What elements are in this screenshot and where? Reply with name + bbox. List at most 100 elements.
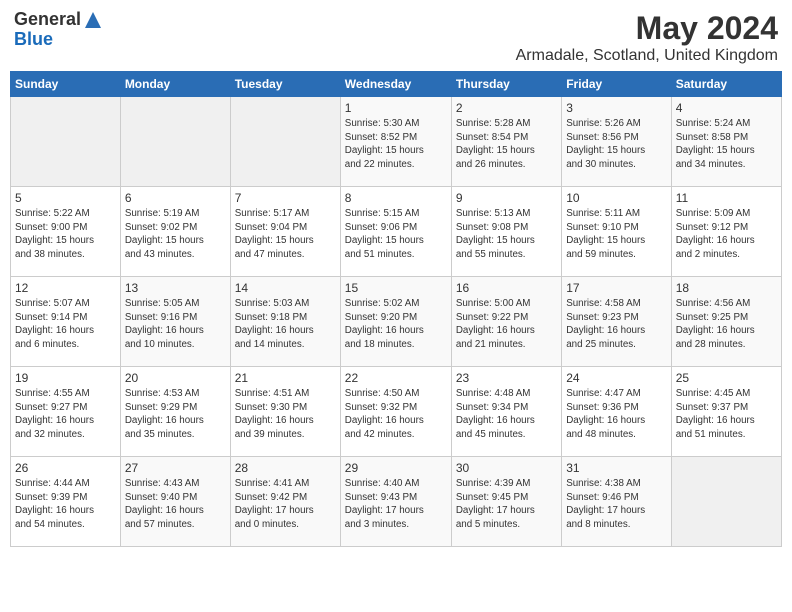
day-info: Sunrise: 4:41 AM Sunset: 9:42 PM Dayligh… [235, 477, 336, 532]
weekday-header-monday: Monday [120, 72, 230, 97]
calendar-cell [120, 97, 230, 187]
calendar-cell [11, 97, 121, 187]
calendar-table: SundayMondayTuesdayWednesdayThursdayFrid… [10, 71, 782, 547]
calendar-body: 1 Sunrise: 5:30 AM Sunset: 8:52 PM Daylig… [11, 97, 782, 547]
day-info: Sunrise: 5:07 AM Sunset: 9:14 PM Dayligh… [15, 297, 116, 352]
logo: General Blue [14, 10, 103, 50]
day-number: 24 [566, 371, 667, 385]
day-info: Sunrise: 5:24 AM Sunset: 8:58 PM Dayligh… [676, 117, 777, 172]
calendar-week-3: 12 Sunrise: 5:07 AM Sunset: 9:14 PM Dayli… [11, 277, 782, 367]
day-number: 23 [456, 371, 557, 385]
calendar-cell [671, 457, 781, 547]
day-number: 2 [456, 101, 557, 115]
day-number: 22 [345, 371, 447, 385]
day-info: Sunrise: 5:09 AM Sunset: 9:12 PM Dayligh… [676, 207, 777, 262]
day-info: Sunrise: 5:02 AM Sunset: 9:20 PM Dayligh… [345, 297, 447, 352]
calendar-cell: 29 Sunrise: 4:40 AM Sunset: 9:43 PM Dayli… [340, 457, 451, 547]
calendar-cell: 30Sunrise: 4:39 AM Sunset: 9:45 PM Dayli… [451, 457, 561, 547]
calendar-header: SundayMondayTuesdayWednesdayThursdayFrid… [11, 72, 782, 97]
day-number: 17 [566, 281, 667, 295]
calendar-cell: 24 Sunrise: 4:47 AM Sunset: 9:36 PM Dayli… [562, 367, 672, 457]
day-info: Sunrise: 5:00 AM Sunset: 9:22 PM Dayligh… [456, 297, 557, 352]
weekday-row: SundayMondayTuesdayWednesdayThursdayFrid… [11, 72, 782, 97]
weekday-header-friday: Friday [562, 72, 672, 97]
calendar-cell: 4 Sunrise: 5:24 AM Sunset: 8:58 PM Daylig… [671, 97, 781, 187]
calendar-cell: 10 Sunrise: 5:11 AM Sunset: 9:10 PM Dayli… [562, 187, 672, 277]
location-title: Armadale, Scotland, United Kingdom [516, 47, 778, 65]
day-number: 1 [345, 101, 447, 115]
calendar-cell: 21 Sunrise: 4:51 AM Sunset: 9:30 PM Dayli… [230, 367, 340, 457]
page-header: General Blue May 2024 Armadale, Scotland… [10, 10, 782, 65]
calendar-cell: 19 Sunrise: 4:55 AM Sunset: 9:27 PM Dayli… [11, 367, 121, 457]
day-info: Sunrise: 5:30 AM Sunset: 8:52 PM Dayligh… [345, 117, 447, 172]
day-info: Sunrise: 5:13 AM Sunset: 9:08 PM Dayligh… [456, 207, 557, 262]
day-number: 9 [456, 191, 557, 205]
day-info: Sunrise: 5:03 AM Sunset: 9:18 PM Dayligh… [235, 297, 336, 352]
day-number: 21 [235, 371, 336, 385]
calendar-cell: 14 Sunrise: 5:03 AM Sunset: 9:18 PM Dayli… [230, 277, 340, 367]
calendar-cell: 7 Sunrise: 5:17 AM Sunset: 9:04 PM Daylig… [230, 187, 340, 277]
day-info: Sunrise: 4:51 AM Sunset: 9:30 PM Dayligh… [235, 387, 336, 442]
calendar-cell: 20Sunrise: 4:53 AM Sunset: 9:29 PM Dayli… [120, 367, 230, 457]
day-info: Sunrise: 5:11 AM Sunset: 9:10 PM Dayligh… [566, 207, 667, 262]
day-info: Sunrise: 5:19 AM Sunset: 9:02 PM Dayligh… [125, 207, 226, 262]
day-info: Sunrise: 4:55 AM Sunset: 9:27 PM Dayligh… [15, 387, 116, 442]
calendar-week-5: 26 Sunrise: 4:44 AM Sunset: 9:39 PM Dayli… [11, 457, 782, 547]
day-number: 11 [676, 191, 777, 205]
calendar-cell: 2 Sunrise: 5:28 AM Sunset: 8:54 PM Daylig… [451, 97, 561, 187]
calendar-cell: 26 Sunrise: 4:44 AM Sunset: 9:39 PM Dayli… [11, 457, 121, 547]
calendar-cell: 5 Sunrise: 5:22 AM Sunset: 9:00 PM Daylig… [11, 187, 121, 277]
weekday-header-thursday: Thursday [451, 72, 561, 97]
logo-blue-text: Blue [14, 30, 53, 50]
day-info: Sunrise: 4:48 AM Sunset: 9:34 PM Dayligh… [456, 387, 557, 442]
day-number: 3 [566, 101, 667, 115]
day-number: 12 [15, 281, 116, 295]
day-number: 31 [566, 461, 667, 475]
calendar-week-1: 1 Sunrise: 5:30 AM Sunset: 8:52 PM Daylig… [11, 97, 782, 187]
calendar-cell [230, 97, 340, 187]
weekday-header-saturday: Saturday [671, 72, 781, 97]
calendar-cell: 13Sunrise: 5:05 AM Sunset: 9:16 PM Dayli… [120, 277, 230, 367]
day-number: 4 [676, 101, 777, 115]
calendar-cell: 17Sunrise: 4:58 AM Sunset: 9:23 PM Dayli… [562, 277, 672, 367]
day-info: Sunrise: 5:17 AM Sunset: 9:04 PM Dayligh… [235, 207, 336, 262]
calendar-cell: 15 Sunrise: 5:02 AM Sunset: 9:20 PM Dayli… [340, 277, 451, 367]
day-info: Sunrise: 4:45 AM Sunset: 9:37 PM Dayligh… [676, 387, 777, 442]
day-number: 30 [456, 461, 557, 475]
calendar-cell: 18Sunrise: 4:56 AM Sunset: 9:25 PM Dayli… [671, 277, 781, 367]
day-number: 26 [15, 461, 116, 475]
calendar-cell: 22 Sunrise: 4:50 AM Sunset: 9:32 PM Dayli… [340, 367, 451, 457]
day-number: 14 [235, 281, 336, 295]
calendar-cell: 11 Sunrise: 5:09 AM Sunset: 9:12 PM Dayli… [671, 187, 781, 277]
day-number: 19 [15, 371, 116, 385]
day-number: 29 [345, 461, 447, 475]
calendar-cell: 12 Sunrise: 5:07 AM Sunset: 9:14 PM Dayli… [11, 277, 121, 367]
day-info: Sunrise: 4:44 AM Sunset: 9:39 PM Dayligh… [15, 477, 116, 532]
day-number: 20 [125, 371, 226, 385]
day-number: 27 [125, 461, 226, 475]
calendar-cell: 31Sunrise: 4:38 AM Sunset: 9:46 PM Dayli… [562, 457, 672, 547]
day-number: 13 [125, 281, 226, 295]
weekday-header-tuesday: Tuesday [230, 72, 340, 97]
day-info: Sunrise: 4:40 AM Sunset: 9:43 PM Dayligh… [345, 477, 447, 532]
day-info: Sunrise: 5:28 AM Sunset: 8:54 PM Dayligh… [456, 117, 557, 172]
day-number: 6 [125, 191, 226, 205]
calendar-cell: 1 Sunrise: 5:30 AM Sunset: 8:52 PM Daylig… [340, 97, 451, 187]
day-number: 28 [235, 461, 336, 475]
day-number: 5 [15, 191, 116, 205]
day-number: 8 [345, 191, 447, 205]
calendar-cell: 27Sunrise: 4:43 AM Sunset: 9:40 PM Dayli… [120, 457, 230, 547]
day-number: 15 [345, 281, 447, 295]
day-number: 7 [235, 191, 336, 205]
day-number: 10 [566, 191, 667, 205]
calendar-week-2: 5 Sunrise: 5:22 AM Sunset: 9:00 PM Daylig… [11, 187, 782, 277]
day-info: Sunrise: 5:22 AM Sunset: 9:00 PM Dayligh… [15, 207, 116, 262]
calendar-cell: 8 Sunrise: 5:15 AM Sunset: 9:06 PM Daylig… [340, 187, 451, 277]
day-info: Sunrise: 5:26 AM Sunset: 8:56 PM Dayligh… [566, 117, 667, 172]
day-number: 16 [456, 281, 557, 295]
calendar-week-4: 19 Sunrise: 4:55 AM Sunset: 9:27 PM Dayli… [11, 367, 782, 457]
day-info: Sunrise: 4:47 AM Sunset: 9:36 PM Dayligh… [566, 387, 667, 442]
calendar-cell: 9 Sunrise: 5:13 AM Sunset: 9:08 PM Daylig… [451, 187, 561, 277]
day-info: Sunrise: 4:50 AM Sunset: 9:32 PM Dayligh… [345, 387, 447, 442]
day-info: Sunrise: 5:15 AM Sunset: 9:06 PM Dayligh… [345, 207, 447, 262]
